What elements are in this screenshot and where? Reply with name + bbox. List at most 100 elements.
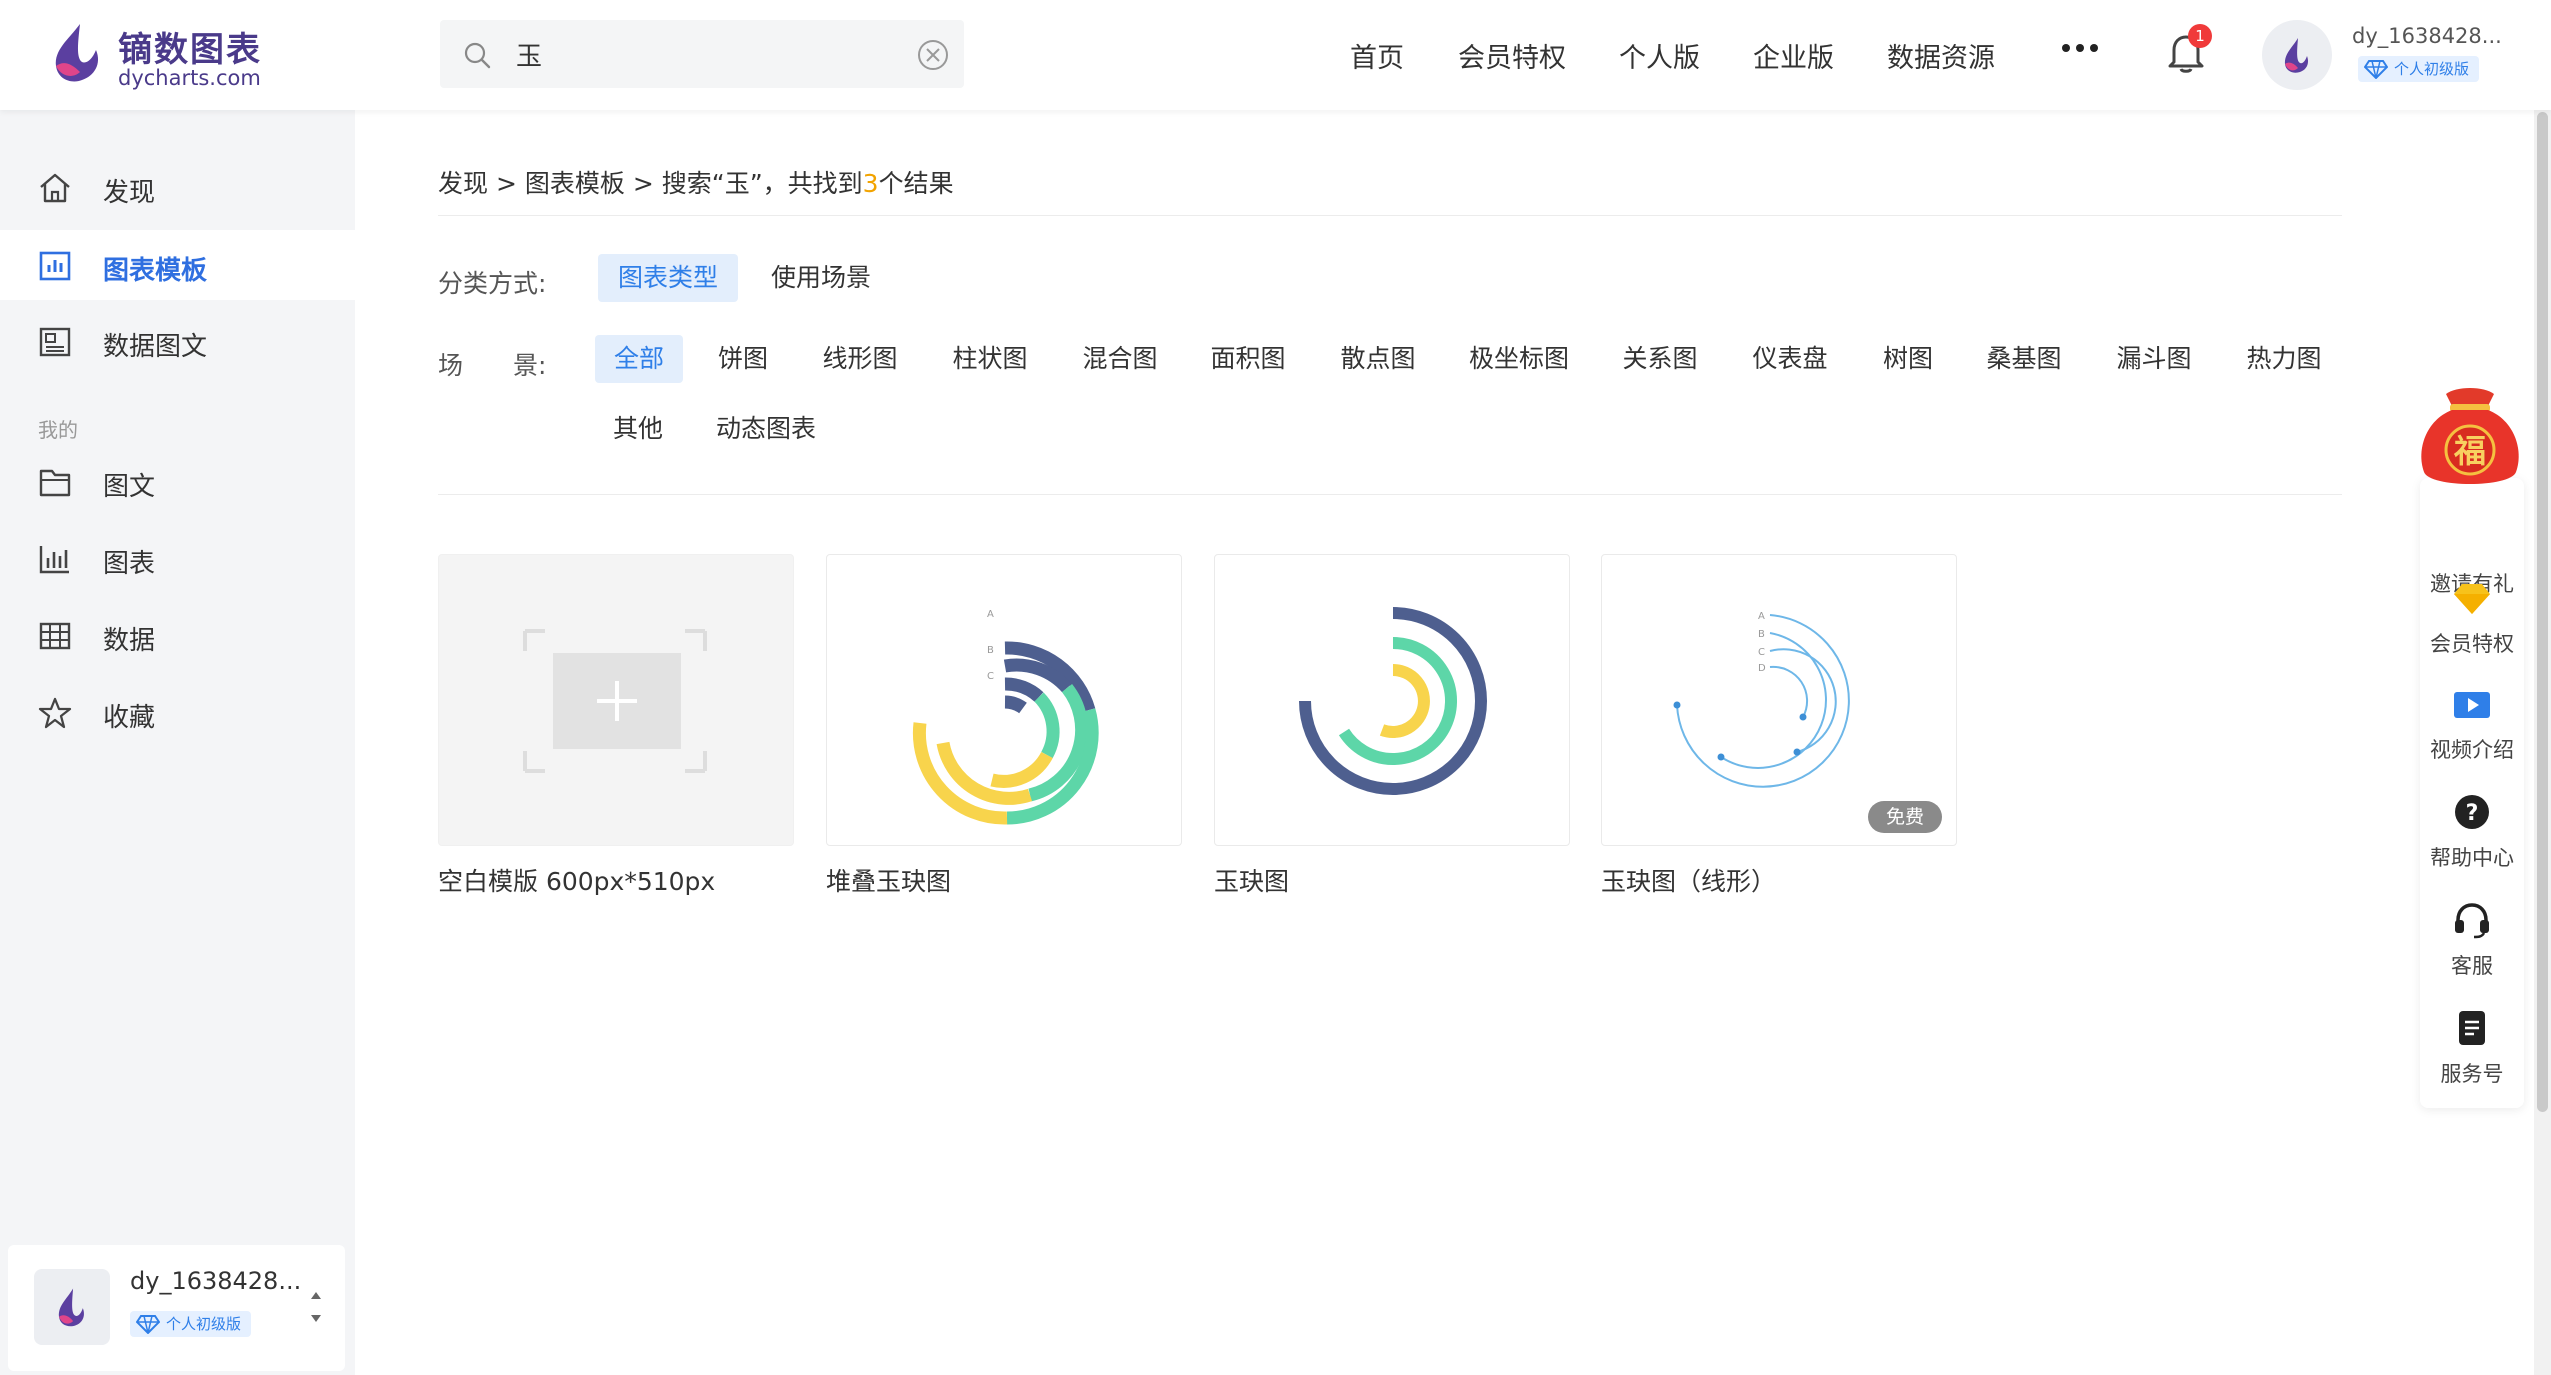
header-tier-label: 个人初级版 <box>2394 60 2470 78</box>
header-username[interactable]: dy_1638428... <box>2352 24 2502 48</box>
sidebar-item-data-articles[interactable]: 数据图文 <box>0 306 355 376</box>
float-item-label: 视频介绍 <box>2430 738 2514 762</box>
sidebar-tier-badge: 个人初级版 <box>130 1311 252 1337</box>
float-item-label: 服务号 <box>2440 1062 2504 1086</box>
ring-label: B <box>1758 629 1765 640</box>
float-item-label: 帮助中心 <box>2430 846 2514 870</box>
stacked-radial-thumbnail: A B C <box>912 609 1099 825</box>
scene-area[interactable]: 面积图 <box>1196 335 1300 383</box>
sidebar-item-favorites[interactable]: 收藏 <box>0 677 355 747</box>
ring-label: D <box>1758 663 1766 674</box>
breadcrumb-discover[interactable]: 发现 <box>438 169 488 198</box>
category-usage-scene[interactable]: 使用场景 <box>754 254 888 302</box>
sidebar-item-label: 数据图文 <box>103 332 208 362</box>
scene-bar[interactable]: 柱状图 <box>938 335 1042 383</box>
scrollbar-thumb[interactable] <box>2537 112 2548 1112</box>
bar-chart-icon <box>39 546 69 574</box>
service-account-icon <box>2459 1011 2485 1045</box>
sidebar-item-chart-templates[interactable]: 图表模板 <box>0 230 355 300</box>
scene-pie[interactable]: 饼图 <box>705 335 781 383</box>
template-card-radial-line[interactable]: A B C D 免费 <box>1601 554 1957 846</box>
notification-bell[interactable]: 1 <box>2166 24 2212 74</box>
avatar-logo-icon <box>2284 38 2309 73</box>
scene-mixed[interactable]: 混合图 <box>1068 335 1172 383</box>
scene-polar[interactable]: 极坐标图 <box>1454 335 1584 383</box>
nav-enterprise[interactable]: 企业版 <box>1753 36 1834 75</box>
sidebar-item-label: 数据 <box>103 626 156 656</box>
scene-all[interactable]: 全部 <box>595 335 683 383</box>
scene-dynamic[interactable]: 动态图表 <box>704 405 828 453</box>
ring-label: A <box>987 609 994 620</box>
nav-home[interactable]: 首页 <box>1350 36 1404 75</box>
search-result-text: 搜索“玉”，共找到 <box>661 169 863 198</box>
avatar-logo-icon <box>58 1288 84 1327</box>
fu-bag-icon[interactable]: 福 <box>2410 380 2530 500</box>
headset-icon <box>2455 903 2489 939</box>
template-card-blank[interactable] <box>438 554 794 846</box>
help-icon: ? <box>2455 795 2489 829</box>
search-result-suffix: 个结果 <box>878 169 954 198</box>
scene-scatter[interactable]: 散点图 <box>1326 335 1430 383</box>
home-icon <box>40 173 70 203</box>
template-card-stacked-radial[interactable]: A B C <box>826 554 1182 846</box>
sidebar-item-label: 图表模板 <box>103 256 208 286</box>
sidebar-item-label: 收藏 <box>103 703 156 733</box>
top-header: 镝数图表 dycharts.com 首页 会员特权 个人版 企业版 数据资源 1 <box>0 0 2551 110</box>
template-title[interactable]: 玉玦图（线形） <box>1601 862 1776 898</box>
float-panel: 邀请有礼 会员特权 视频介绍 ? 帮助中心 客服 <box>2420 478 2524 1108</box>
scene-funnel[interactable]: 漏斗图 <box>2102 335 2206 383</box>
article-icon <box>39 327 71 357</box>
search-icon[interactable] <box>462 40 492 70</box>
folder-icon <box>39 469 71 497</box>
scene-relation[interactable]: 关系图 <box>1608 335 1712 383</box>
sidebar-section-title: 我的 <box>38 418 78 442</box>
ring-label: B <box>987 645 994 656</box>
radial-thumbnail <box>1299 607 1487 795</box>
nav-data-resources[interactable]: 数据资源 <box>1887 36 1995 75</box>
scene-line[interactable]: 线形图 <box>808 335 912 383</box>
nav-membership[interactable]: 会员特权 <box>1458 36 1566 75</box>
category-chart-type[interactable]: 图表类型 <box>598 254 738 302</box>
ring-label: C <box>1758 647 1765 658</box>
sidebar-item-label: 图表 <box>103 549 156 579</box>
notification-badge: 1 <box>2188 24 2212 48</box>
scene-tree[interactable]: 树图 <box>1868 335 1948 383</box>
breadcrumb: 发现 > 图表模板 > 搜索“玉”，共找到3个结果 <box>438 164 954 200</box>
scene-heatmap[interactable]: 热力图 <box>2232 335 2336 383</box>
sidebar-tier-label: 个人初级版 <box>166 1315 242 1333</box>
clear-search-icon[interactable] <box>916 38 950 72</box>
diamond-icon <box>2364 60 2388 79</box>
template-title[interactable]: 空白模版 600px*510px <box>438 862 715 898</box>
free-badge: 免费 <box>1868 801 1942 833</box>
sidebar-item-my-data[interactable]: 数据 <box>0 600 355 670</box>
sidebar-item-my-articles[interactable]: 图文 <box>0 446 355 516</box>
scene-sankey[interactable]: 桑基图 <box>1972 335 2076 383</box>
breadcrumb-separator: > <box>495 169 517 198</box>
scene-gauge[interactable]: 仪表盘 <box>1738 335 1842 383</box>
template-card-radial[interactable] <box>1214 554 1570 846</box>
search-box <box>440 20 964 88</box>
blank-template-thumbnail <box>523 629 707 773</box>
sidebar-item-label: 发现 <box>103 178 156 208</box>
search-input[interactable] <box>516 34 896 74</box>
brand-logo[interactable]: 镝数图表 dycharts.com <box>50 20 270 90</box>
sidebar-username: dy_1638428... <box>130 1267 302 1295</box>
sidebar-item-discover[interactable]: 发现 <box>0 152 355 222</box>
avatar[interactable] <box>2262 20 2332 90</box>
video-icon <box>2454 692 2490 718</box>
template-title[interactable]: 玉玦图 <box>1214 862 1289 898</box>
sidebar-item-my-charts[interactable]: 图表 <box>0 523 355 593</box>
brand-name: 镝数图表 <box>118 30 262 70</box>
more-icon[interactable] <box>2060 42 2100 54</box>
sidebar-user-card[interactable]: dy_1638428... 个人初级版 <box>8 1245 345 1371</box>
template-title[interactable]: 堆叠玉玦图 <box>826 862 951 898</box>
avatar <box>34 1269 110 1345</box>
nav-personal[interactable]: 个人版 <box>1619 36 1700 75</box>
scene-other[interactable]: 其他 <box>600 405 676 453</box>
fu-character: 福 <box>2453 432 2486 470</box>
divider <box>438 215 2342 216</box>
sidebar-item-label: 图文 <box>103 472 156 502</box>
breadcrumb-chart-templates[interactable]: 图表模板 <box>525 169 625 198</box>
chart-template-icon <box>39 251 71 281</box>
expand-toggle-icon[interactable] <box>308 1287 324 1327</box>
